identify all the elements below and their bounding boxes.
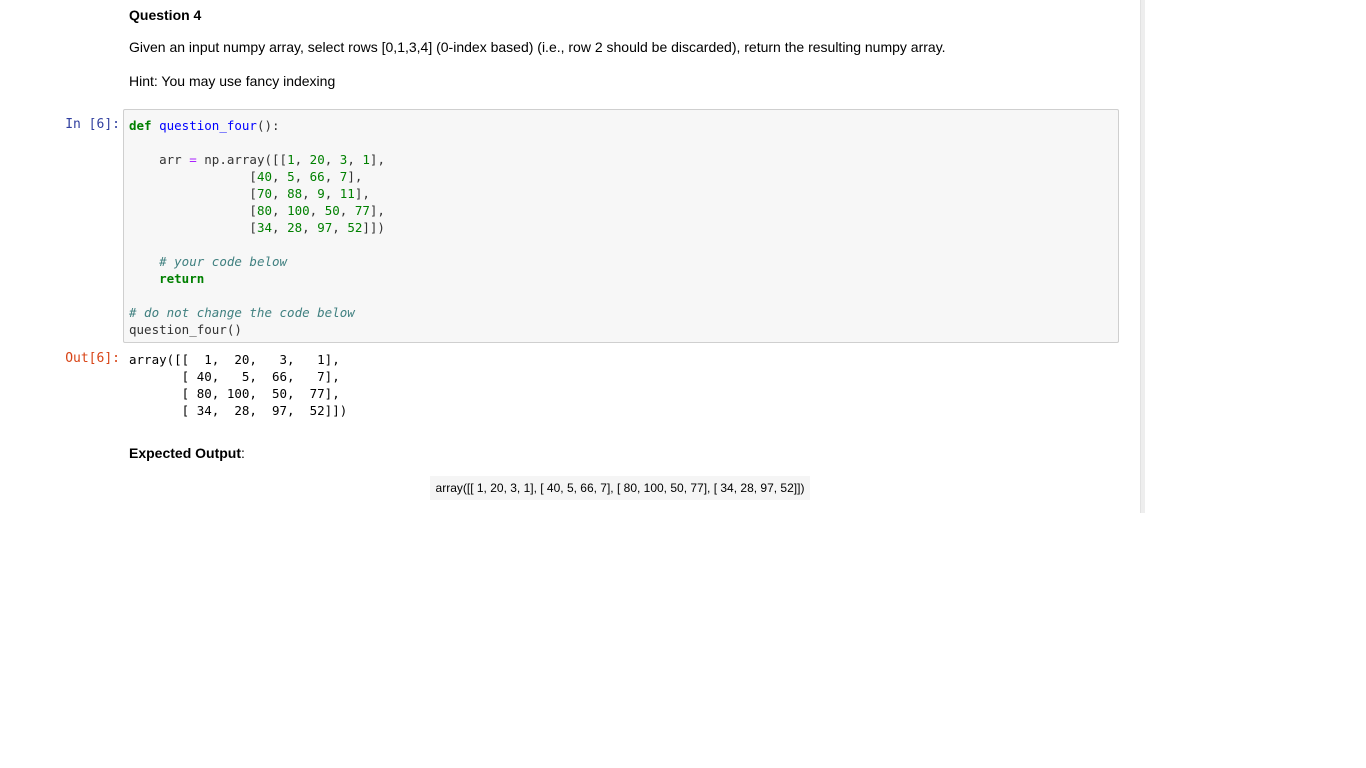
- output-line: [ 80, 100, 50, 77],: [129, 386, 340, 401]
- code-number: 7: [339, 169, 348, 184]
- output-prompt: Out[6]:: [65, 351, 120, 366]
- code-number: 100: [287, 203, 310, 218]
- code-number: 40: [256, 169, 272, 184]
- notebook-container: Question 4 Given an input numpy array, s…: [0, 0, 1140, 513]
- code-number: 52: [347, 220, 363, 235]
- code-number: 34: [256, 220, 272, 235]
- output-line: [ 34, 28, 97, 52]]): [129, 403, 348, 418]
- expected-output-heading: Expected Output:: [129, 445, 245, 461]
- cell-output: array([[ 1, 20, 3, 1], [ 40, 5, 66, 7], …: [129, 351, 347, 419]
- code-number: 77: [354, 203, 370, 218]
- code-keyword-def: def: [129, 118, 152, 133]
- code-number: 66: [309, 169, 325, 184]
- output-line: array([[ 1, 20, 3, 1],: [129, 352, 340, 367]
- code-comment: # your code below: [159, 254, 288, 269]
- code-number: 70: [256, 186, 272, 201]
- notebook-container-edge: [1140, 0, 1145, 513]
- code-number: 97: [317, 220, 333, 235]
- code-token: ():: [256, 118, 280, 133]
- input-prompt: In [6]:: [65, 117, 120, 132]
- code-comment: # do not change the code below: [129, 305, 355, 320]
- expected-output-colon: :: [241, 445, 245, 461]
- code-number: 1: [362, 152, 370, 167]
- code-keyword-return: return: [159, 271, 205, 286]
- question-hint: Hint: You may use fancy indexing: [129, 73, 336, 89]
- code-number: 9: [317, 186, 325, 201]
- code-number: 88: [287, 186, 303, 201]
- expected-output-label: Expected Output: [129, 445, 242, 461]
- question-title: Question 4: [129, 7, 202, 23]
- output-line: [ 40, 5, 66, 7],: [129, 369, 340, 384]
- code-number: 20: [309, 152, 325, 167]
- code-number: 5: [287, 169, 295, 184]
- code-variable: arr: [159, 152, 182, 167]
- expected-output-value: array([[ 1, 20, 3, 1], [ 40, 5, 66, 7], …: [430, 476, 810, 500]
- code-call-line: question_four(): [129, 322, 242, 337]
- code-number: 1: [287, 152, 295, 167]
- code-text[interactable]: def question_four(): arr = np.array([[1,…: [129, 117, 385, 338]
- code-number: 80: [256, 203, 272, 218]
- code-number: 50: [324, 203, 340, 218]
- code-number: 28: [287, 220, 303, 235]
- code-number: 3: [339, 152, 348, 167]
- code-function-name: question_four: [159, 118, 257, 133]
- code-operator: =: [189, 152, 197, 167]
- code-cell-editor[interactable]: def question_four(): arr = np.array([[1,…: [123, 109, 1119, 343]
- code-number: 11: [339, 186, 355, 201]
- code-call: np.array([[: [204, 152, 288, 167]
- question-description: Given an input numpy array, select rows …: [129, 39, 946, 55]
